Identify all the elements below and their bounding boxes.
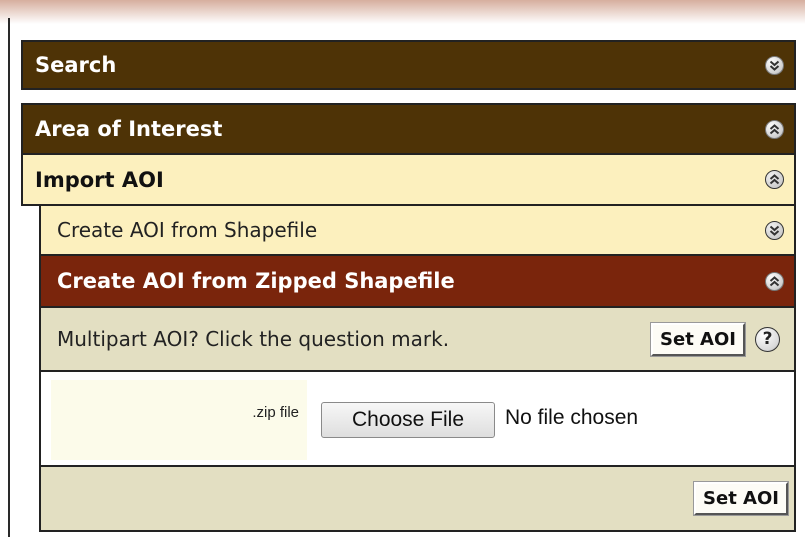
zip-file-label: .zip file [252, 404, 299, 421]
create-aoi-zipped-title: Create AOI from Zipped Shapefile [57, 269, 455, 293]
top-gradient [0, 0, 805, 24]
create-aoi-zipped-header[interactable]: Create AOI from Zipped Shapefile [41, 256, 794, 308]
footer-row: Set AOI [41, 467, 794, 530]
import-aoi-body: Create AOI from Shapefile Create AOI fro… [39, 206, 796, 532]
search-panel-title: Search [35, 53, 117, 77]
chevron-double-down-icon[interactable] [765, 55, 784, 75]
area-of-interest-header[interactable]: Area of Interest [21, 103, 796, 153]
area-of-interest-title: Area of Interest [35, 117, 223, 141]
create-aoi-shapefile-title: Create AOI from Shapefile [57, 218, 318, 242]
chevron-double-down-icon[interactable] [765, 220, 784, 240]
choose-file-button[interactable]: Choose File [321, 402, 495, 438]
search-panel-header[interactable]: Search [21, 40, 796, 90]
file-status-text: No file chosen [505, 406, 639, 429]
left-divider [8, 18, 10, 537]
import-aoi-header[interactable]: Import AOI [21, 153, 796, 206]
chevron-double-up-icon[interactable] [765, 170, 784, 189]
create-aoi-shapefile-header[interactable]: Create AOI from Shapefile [41, 206, 794, 256]
import-aoi-title: Import AOI [35, 167, 164, 192]
multipart-row: Multipart AOI? Click the question mark. … [41, 308, 794, 372]
set-aoi-button[interactable]: Set AOI [650, 321, 746, 357]
chevron-double-up-icon[interactable] [765, 271, 784, 291]
multipart-message: Multipart AOI? Click the question mark. [57, 327, 450, 351]
chevron-double-up-icon[interactable] [765, 119, 784, 139]
zip-file-row: .zip file Choose File No file chosen [41, 372, 794, 467]
zip-file-label-cell: .zip file [51, 380, 307, 460]
help-icon[interactable]: ? [755, 326, 780, 352]
set-aoi-footer-button[interactable]: Set AOI [693, 481, 789, 516]
